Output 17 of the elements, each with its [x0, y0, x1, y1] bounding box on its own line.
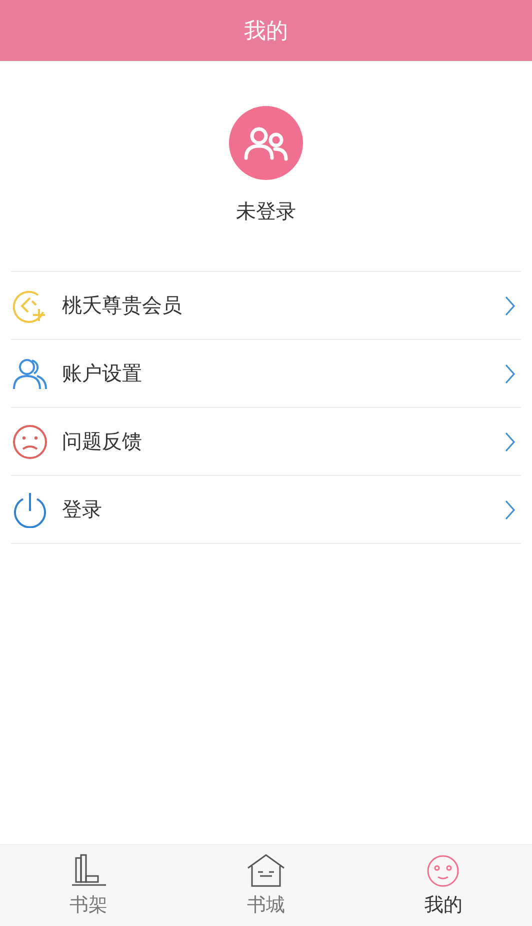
menu-item[interactable]: 账户设置 [11, 340, 521, 408]
house-icon [246, 854, 286, 888]
menu-item[interactable]: 桃夭尊贵会员 [11, 272, 521, 340]
chevron-right-icon [505, 432, 515, 452]
menu-item[interactable]: 登录 [11, 476, 521, 544]
chevron-right-icon [505, 500, 515, 520]
chevron-right-icon [505, 296, 515, 316]
power-icon [12, 492, 48, 528]
nav-tab[interactable]: 书城 [177, 845, 355, 926]
login-status: 未登录 [236, 198, 296, 225]
nav-tab[interactable]: 我的 [354, 845, 532, 926]
avatar-icon[interactable] [229, 106, 303, 180]
chevron-right-icon [505, 364, 515, 384]
sad-face-icon [12, 424, 48, 460]
nav-tab[interactable]: 书架 [0, 845, 178, 926]
menu-item[interactable]: 问题反馈 [11, 408, 521, 476]
page-title: 我的 [244, 18, 288, 46]
